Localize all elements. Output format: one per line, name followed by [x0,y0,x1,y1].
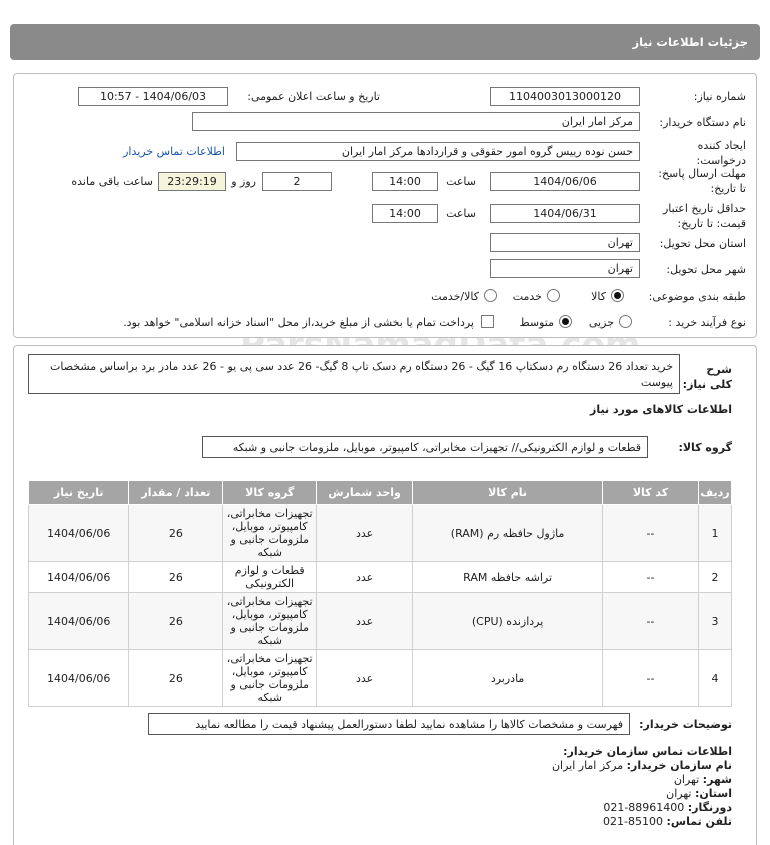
buyer-org-label: نام دستگاه خریدار: [659,116,746,129]
cell-unit: عدد [316,649,414,707]
need-details-panel: شماره نیاز: 1104003013000120 تاریخ و ساع… [13,73,757,338]
contact-title: اطلاعات تماس سازمان خریدار: [563,745,732,758]
cell-date: 1404/06/06 [27,592,130,650]
cell-code: -- [602,592,700,650]
city-field: تهران [490,259,640,278]
contact-fax: دورنگار: 021-88961400 [603,801,732,814]
cell-row: 1 [698,504,732,562]
cell-group: تجهیزات مخابراتی، کامپیوتر، موبایل، ملزو… [222,649,318,707]
announce-label: تاریخ و ساعت اعلان عمومی: [247,90,380,103]
process-label: نوع فرآیند خرید : [668,316,746,329]
table-row: 1 -- ماژول حافظه رم (RAM) عدد تجهیزات مخ… [27,504,732,562]
process-radio-medium[interactable] [559,315,572,328]
creator-label: ایجاد کننده درخواست: [696,139,746,167]
cell-code: -- [602,649,700,707]
cell-qty: 26 [128,561,224,593]
cell-qty: 26 [128,504,224,562]
province-field: تهران [490,233,640,252]
goods-group-field: قطعات و لوازم الکترونیکی// تجهیزات مخابر… [202,436,648,458]
table-row: 2 -- تراشه حافظه RAM عدد قطعات و لوازم ا… [27,561,732,593]
col-date: تاریخ نیاز [27,480,130,505]
payment-note: پرداخت تمام یا بخشی از مبلغ خرید،از محل … [123,316,474,329]
items-table-header: ردیف کد کالا نام کالا واحد شمارش گروه کا… [27,480,732,505]
category-radio-goods-service[interactable] [484,289,497,302]
category-goods-service-label: کالا/خدمت [431,290,479,303]
cell-qty: 26 [128,592,224,650]
days-field: 2 [262,172,332,191]
cell-code: -- [602,561,700,593]
buyer-contact-link[interactable]: اطلاعات تماس خریدار [123,145,225,158]
category-radio-goods[interactable] [611,289,624,302]
cell-row: 3 [698,592,732,650]
page-header: جزئیات اطلاعات نیاز [10,24,760,60]
reply-deadline-label: مهلت ارسال پاسخ: تا تاریخ: [658,167,746,195]
col-unit: واحد شمارش [316,480,414,505]
reply-date-field: 1404/06/06 [490,172,640,191]
buyer-contact-section: اطلاعات تماس سازمان خریدار: نام سازمان خ… [552,745,732,829]
province-label: استان محل تحویل: [659,237,746,250]
cell-name: پردازنده (CPU) [412,592,604,650]
col-name: نام کالا [412,480,604,505]
reply-time-field: 14:00 [372,172,438,191]
cell-unit: عدد [316,592,414,650]
buyer-notes-field: فهرست و مشخصات کالاها را مشاهده نمایید ل… [148,713,630,735]
category-goods-label: کالا [591,290,606,303]
cell-date: 1404/06/06 [27,649,130,707]
remaining-label: ساعت باقی مانده [71,175,153,188]
buyer-notes-label: توضیحات خریدار: [639,718,732,731]
cell-group: تجهیزات مخابراتی، کامپیوتر، موبایل، ملزو… [222,504,318,562]
col-qty: تعداد / مقدار [128,480,224,505]
announce-field: 1404/06/03 - 10:57 [78,87,228,106]
cell-date: 1404/06/06 [27,561,130,593]
contact-city: شهر: تهران [673,773,732,786]
summary-label: شرح کلی نیاز: [682,363,732,391]
remaining-time-field: 23:29:19 [158,172,226,191]
cell-group: قطعات و لوازم الکترونیکی [222,561,318,593]
goods-info-title: اطلاعات کالاهای مورد نیاز [590,403,732,416]
cell-code: -- [602,504,700,562]
cell-unit: عدد [316,561,414,593]
cell-name: ماژول حافظه رم (RAM) [412,504,604,562]
cell-name: تراشه حافظه RAM [412,561,604,593]
validity-label: حداقل تاریخ اعتبار قیمت: تا تاریخ: [662,202,746,230]
cell-name: مادربرد [412,649,604,707]
buyer-org-field: مرکز امار ایران [192,112,640,131]
contact-phone: تلفن تماس: 021-85100 [603,815,732,828]
contact-org: نام سازمان خریدار: مرکز امار ایران [551,759,732,772]
col-row: ردیف [698,480,732,505]
cell-row: 2 [698,561,732,593]
cell-row: 4 [698,649,732,707]
cell-unit: عدد [316,504,414,562]
city-label: شهر محل تحویل: [666,263,746,276]
page-title: جزئیات اطلاعات نیاز [632,35,748,49]
items-table: ردیف کد کالا نام کالا واحد شمارش گروه کا… [27,480,732,707]
validity-time-label: ساعت [446,207,476,220]
col-group: گروه کالا [222,480,318,505]
cell-group: تجهیزات مخابراتی، کامپیوتر، موبایل، ملزو… [222,592,318,650]
category-service-label: خدمت [512,290,542,303]
summary-text: خرید تعداد 26 دستگاه رم دسکتاپ 16 گیگ - … [28,354,680,394]
need-number-label: شماره نیاز: [693,90,746,103]
category-radio-service[interactable] [547,289,560,302]
treasury-checkbox[interactable] [481,315,494,328]
process-minor-label: جزیی [588,316,614,329]
days-label: روز و [231,175,256,188]
table-row: 4 -- مادربرد عدد تجهیزات مخابراتی، کامپی… [27,649,732,707]
table-row: 3 -- پردازنده (CPU) عدد تجهیزات مخابراتی… [27,592,732,650]
contact-province: استان: تهران [666,787,732,800]
process-radio-minor[interactable] [619,315,632,328]
process-medium-label: متوسط [519,316,554,329]
need-number-field: 1104003013000120 [490,87,640,106]
creator-field: حسن نوده رییس گروه امور حقوقی و قرارداده… [236,142,640,161]
goods-group-label: گروه کالا: [678,441,732,454]
category-label: طبقه بندی موضوعی: [648,290,746,303]
reply-time-label: ساعت [446,175,476,188]
validity-date-field: 1404/06/31 [490,204,640,223]
cell-qty: 26 [128,649,224,707]
cell-date: 1404/06/06 [27,504,130,562]
validity-time-field: 14:00 [372,204,438,223]
col-code: کد کالا [602,480,700,505]
